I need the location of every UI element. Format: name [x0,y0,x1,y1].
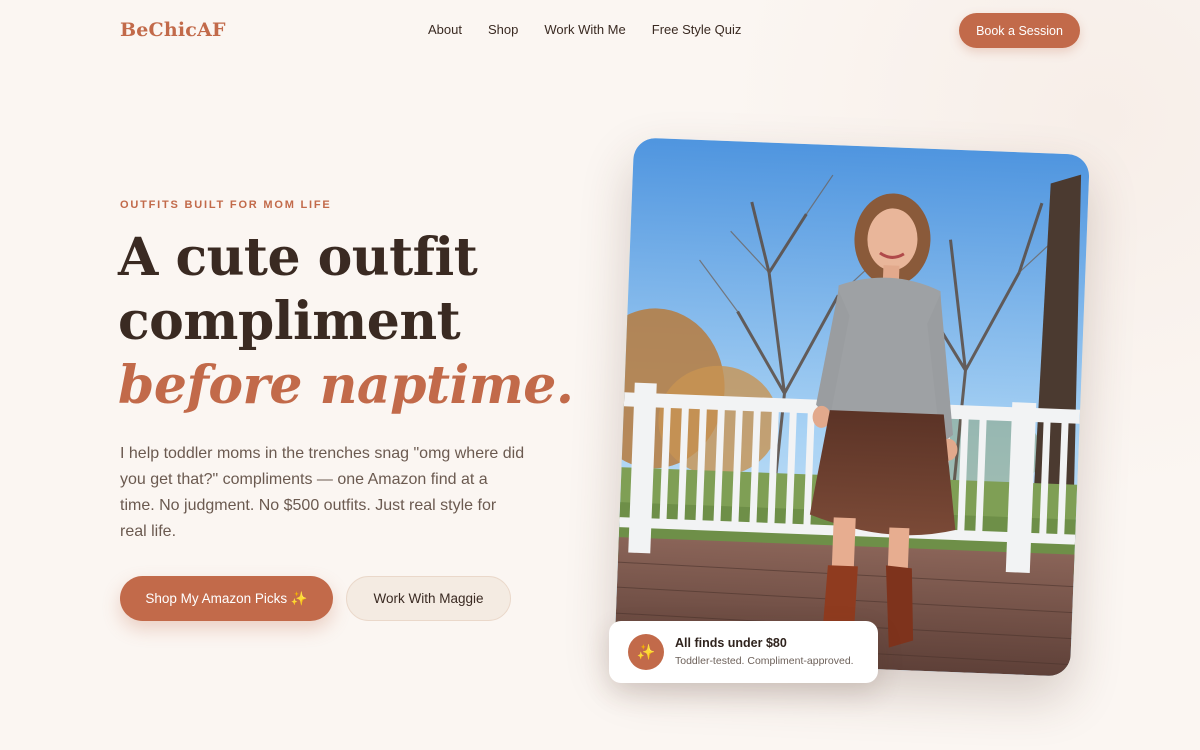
top-nav: BeChicAF About Shop Work With Me Free St… [0,0,1200,62]
headline-accent: before naptime. [118,355,574,416]
work-with-maggie-button[interactable]: Work With Maggie [346,576,511,621]
book-session-button[interactable]: Book a Session [959,13,1080,48]
nav-link-shop[interactable]: Shop [488,22,518,37]
hero-eyebrow: OUTFITS BUILT FOR MOM LIFE [120,199,332,211]
badge-subtitle: Toddler-tested. Compliment-approved. [675,655,854,667]
shop-amazon-picks-button[interactable]: Shop My Amazon Picks ✨ [120,576,333,621]
page: BeChicAF About Shop Work With Me Free St… [0,0,1200,750]
nav-links: About Shop Work With Me Free Style Quiz [428,22,741,37]
sparkle-icon: ✨ [628,634,664,670]
headline-line-1: A cute outfit [118,227,478,288]
hero-lede: I help toddler moms in the trenches snag… [120,445,525,540]
badge-title: All finds under $80 [675,636,787,650]
hero-headline: A cute outfit compliment before naptime. [118,226,588,418]
brand-logo[interactable]: BeChicAF [120,19,226,41]
hero-photo [614,137,1090,677]
headline-line-2: compliment [118,291,461,352]
nav-link-about[interactable]: About [428,22,462,37]
nav-link-work-with-me[interactable]: Work With Me [544,22,625,37]
photo-badge: ✨ All finds under $80 Toddler-tested. Co… [609,621,878,683]
hero-photo-illustration [614,137,1090,677]
nav-link-free-style-quiz[interactable]: Free Style Quiz [652,22,742,37]
